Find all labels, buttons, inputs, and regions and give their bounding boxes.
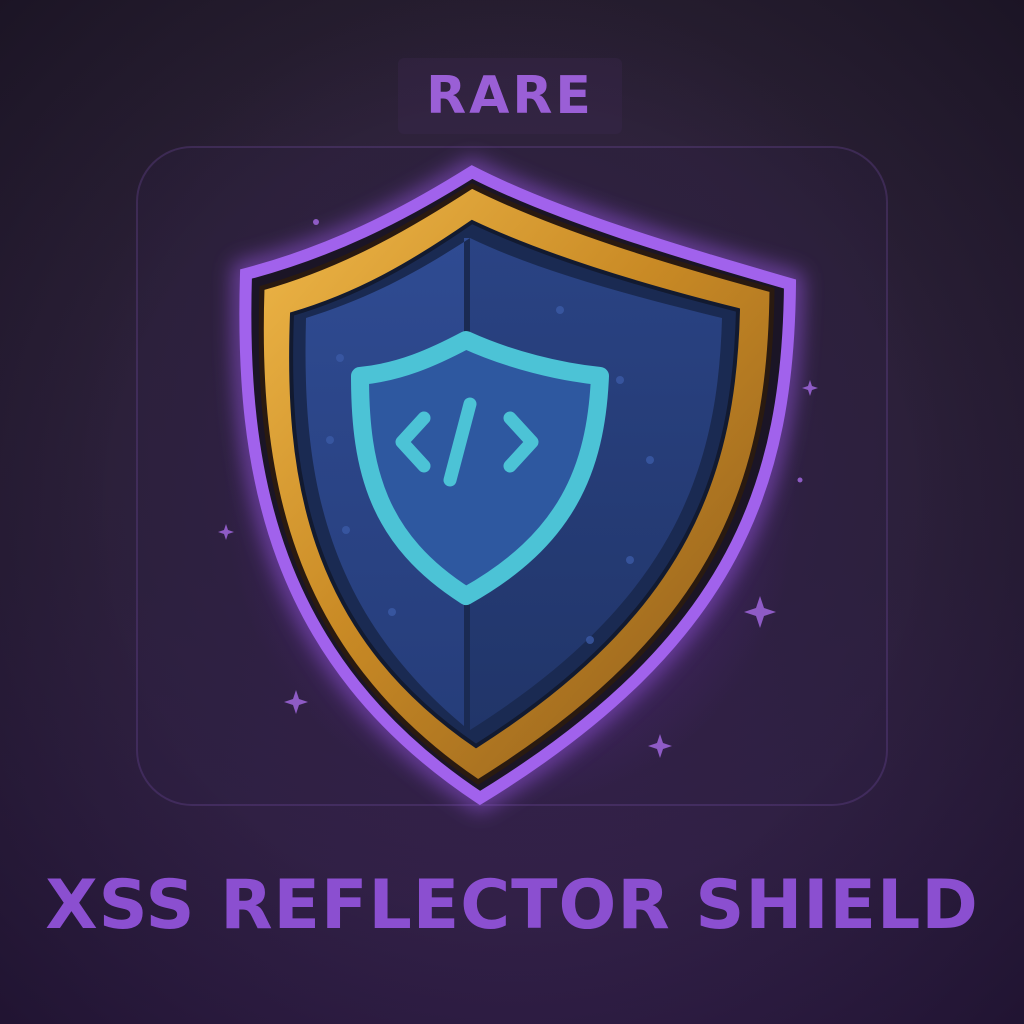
item-name: XSS REFLECTOR SHIELD [45, 866, 979, 945]
